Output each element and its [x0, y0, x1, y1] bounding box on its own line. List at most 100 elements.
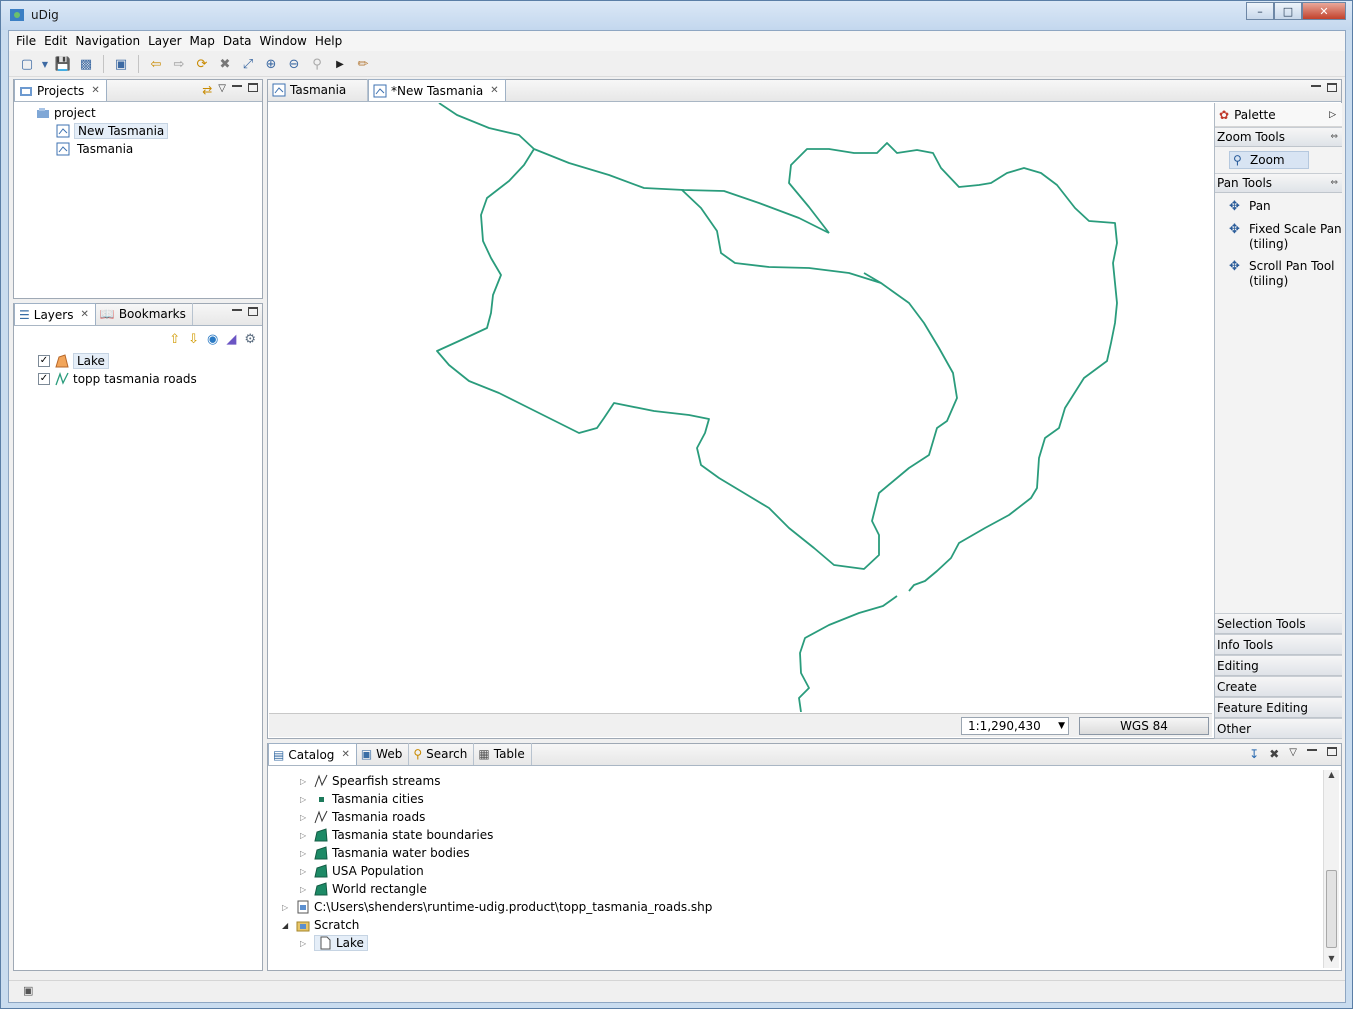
minimize-icon[interactable]: [1311, 85, 1321, 94]
new-icon[interactable]: ▢: [17, 54, 37, 74]
drawer-zoom-tools[interactable]: Zoom Tools ⇔: [1215, 127, 1342, 147]
forward-icon[interactable]: ⇨: [169, 54, 189, 74]
catalog-row[interactable]: ◢ Scratch: [278, 916, 1351, 934]
road-line[interactable]: [438, 103, 535, 150]
expand-icon[interactable]: ▷: [300, 777, 314, 786]
maximize-button[interactable]: □: [1274, 2, 1302, 20]
chevron-down-icon[interactable]: ▼: [1058, 718, 1065, 734]
view-menu-icon[interactable]: ▽: [218, 83, 226, 97]
road-line[interactable]: [681, 189, 882, 284]
zoom-out-icon[interactable]: ⊖: [284, 54, 304, 74]
road-line[interactable]: [533, 148, 830, 234]
layer-properties-icon[interactable]: ⚙: [244, 332, 256, 347]
drawer-info-tools[interactable]: Info Tools: [1215, 634, 1342, 655]
tree-row-map[interactable]: New Tasmania: [14, 122, 262, 140]
vertical-scrollbar[interactable]: ▲ ▼: [1323, 770, 1339, 968]
layer-visibility-checkbox[interactable]: ✓: [38, 373, 50, 385]
new-dropdown-icon[interactable]: ▼: [40, 54, 50, 74]
menu-file[interactable]: File: [15, 34, 43, 48]
scroll-up-icon[interactable]: ▲: [1324, 770, 1339, 784]
style-icon[interactable]: ◉: [207, 332, 218, 347]
expand-icon[interactable]: ▷: [300, 831, 314, 840]
maximize-icon[interactable]: [248, 83, 258, 92]
catalog-row[interactable]: ▷ Tasmania water bodies: [278, 844, 1351, 862]
eraser-icon[interactable]: ✏: [353, 54, 373, 74]
drawer-selection-tools[interactable]: Selection Tools: [1215, 613, 1342, 634]
menu-help[interactable]: Help: [314, 34, 349, 48]
open-project-icon[interactable]: ▣: [111, 54, 131, 74]
road-line[interactable]: [436, 148, 958, 570]
crs-button[interactable]: WGS 84: [1079, 717, 1209, 735]
drawer-feature-editing[interactable]: Feature Editing: [1215, 697, 1342, 718]
menu-edit[interactable]: Edit: [43, 34, 74, 48]
tab-map-tasmania[interactable]: Tasmania: [268, 79, 368, 101]
remove-icon[interactable]: ✖: [1269, 747, 1279, 761]
close-tab-icon[interactable]: ✕: [80, 309, 88, 320]
menu-data[interactable]: Data: [222, 34, 259, 48]
save-icon[interactable]: 💾: [53, 54, 73, 74]
catalog-row[interactable]: ▷ Tasmania state boundaries: [278, 826, 1351, 844]
minimize-icon[interactable]: [232, 85, 242, 94]
refresh-icon[interactable]: ⟳: [192, 54, 212, 74]
roads-map[interactable]: [269, 103, 1212, 712]
tree-row-map[interactable]: Tasmania: [14, 140, 262, 158]
tab-layers[interactable]: ☰ Layers ✕: [14, 303, 96, 325]
map-canvas[interactable]: [269, 103, 1212, 712]
minimize-button[interactable]: –: [1246, 2, 1274, 20]
link-icon[interactable]: ⇄: [202, 83, 212, 97]
scale-combo[interactable]: 1:1,290,430 ▼: [961, 717, 1069, 735]
import-icon[interactable]: ↧: [1249, 747, 1259, 761]
expand-icon[interactable]: ▷: [300, 867, 314, 876]
tab-table[interactable]: ▦ Table: [474, 743, 532, 765]
close-tab-icon[interactable]: ✕: [490, 85, 498, 96]
drawer-pan-tools[interactable]: Pan Tools ⇔: [1215, 173, 1342, 193]
drawer-editing[interactable]: Editing: [1215, 655, 1342, 676]
back-icon[interactable]: ⇦: [146, 54, 166, 74]
tab-map-new-tasmania[interactable]: *New Tasmania ✕: [368, 79, 506, 101]
tool-zoom[interactable]: ⚲ Zoom: [1229, 151, 1309, 169]
tab-web[interactable]: ▣ Web: [357, 743, 410, 765]
collapse-icon[interactable]: ⇔: [1330, 132, 1338, 142]
close-tab-icon[interactable]: ✕: [341, 749, 349, 760]
tool-pan[interactable]: ✥ Pan: [1215, 199, 1342, 214]
move-down-icon[interactable]: ⇩: [188, 332, 199, 347]
layer-row[interactable]: ✓ topp tasmania roads: [14, 370, 262, 388]
layer-visibility-checkbox[interactable]: ✓: [38, 355, 50, 367]
scroll-thumb[interactable]: [1326, 870, 1337, 948]
palette-header[interactable]: ✿ Palette ▷: [1215, 103, 1342, 127]
tab-search[interactable]: ⚲ Search: [409, 743, 475, 765]
road-line[interactable]: [798, 595, 898, 712]
expand-icon[interactable]: ▷: [300, 813, 314, 822]
expand-icon[interactable]: ▷: [300, 795, 314, 804]
tab-projects[interactable]: Projects ✕: [14, 79, 107, 101]
stop-icon[interactable]: ✖: [215, 54, 235, 74]
zoom-selection-icon[interactable]: ⚲: [307, 54, 327, 74]
scroll-down-icon[interactable]: ▼: [1324, 954, 1339, 968]
catalog-row[interactable]: ▷ Tasmania roads: [278, 808, 1351, 826]
menu-map[interactable]: Map: [189, 34, 222, 48]
expand-icon[interactable]: ▷: [300, 885, 314, 894]
tab-catalog[interactable]: ▤ Catalog ✕: [268, 743, 357, 765]
catalog-row[interactable]: ▷ Lake: [278, 934, 1351, 952]
menu-layer[interactable]: Layer: [147, 34, 188, 48]
catalog-row[interactable]: ▷ Tasmania cities: [278, 790, 1351, 808]
close-tab-icon[interactable]: ✕: [91, 85, 99, 96]
fast-view-icon[interactable]: ▣: [23, 984, 33, 997]
run-icon[interactable]: ▶: [330, 54, 350, 74]
minimize-icon[interactable]: [1307, 749, 1317, 758]
tab-bookmarks[interactable]: 📖 Bookmarks: [96, 303, 193, 325]
menu-navigation[interactable]: Navigation: [74, 34, 147, 48]
tree-row-project[interactable]: project: [14, 104, 262, 122]
zoom-in-icon[interactable]: ⊕: [261, 54, 281, 74]
move-up-icon[interactable]: ⇧: [169, 332, 180, 347]
maximize-icon[interactable]: [1327, 747, 1337, 756]
menu-window[interactable]: Window: [259, 34, 314, 48]
road-line[interactable]: [788, 142, 1118, 592]
catalog-row[interactable]: ▷ USA Population: [278, 862, 1351, 880]
view-menu-icon[interactable]: ▽: [1289, 747, 1297, 761]
add-layer-icon[interactable]: ◢: [226, 332, 236, 347]
catalog-row[interactable]: ▷ C:\Users\shenders\runtime-udig.product…: [278, 898, 1351, 916]
chevron-right-icon[interactable]: ▷: [1329, 110, 1336, 120]
catalog-row[interactable]: ▷ World rectangle: [278, 880, 1351, 898]
tool-fixed-scale-pan[interactable]: ✥ Fixed Scale Pan (tiling): [1215, 222, 1342, 252]
